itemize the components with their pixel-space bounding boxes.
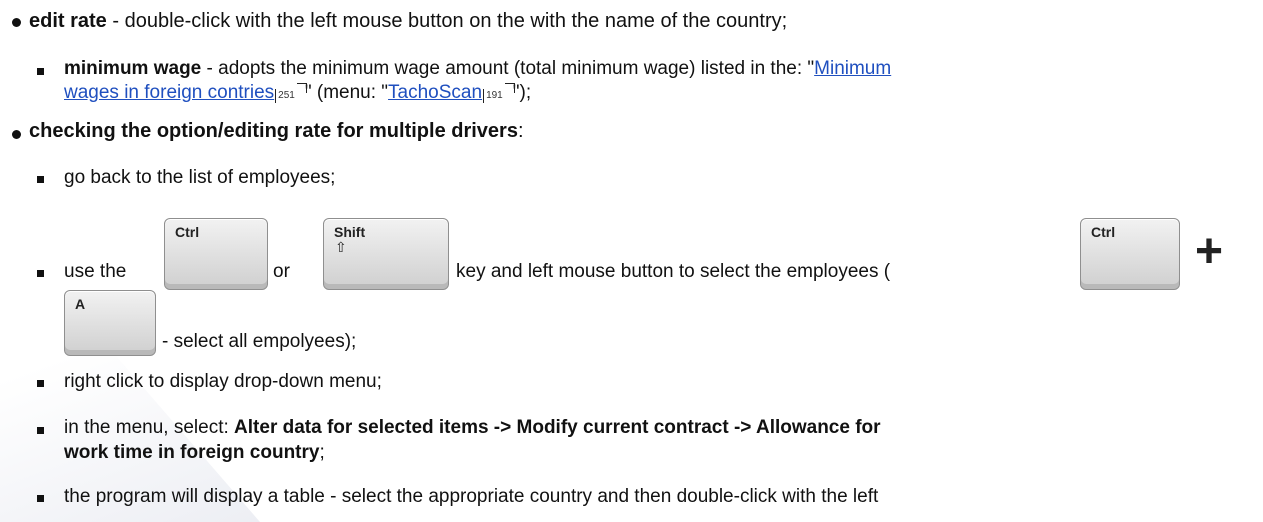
- page-ref-number: 191: [486, 90, 503, 101]
- minimum-wage-title: minimum wage: [64, 58, 202, 79]
- or-text: or: [273, 261, 290, 282]
- ctrl-key-icon: Ctrl: [164, 218, 268, 290]
- table-item: the program will display a table - selec…: [64, 486, 879, 507]
- minimum-wage-item-line2: wages in foreign contries 251 " (menu: "Ta…: [64, 82, 531, 104]
- menu-path-line2: work time in foreign country: [64, 442, 320, 463]
- bullet-square: [37, 380, 44, 387]
- page-ref-mark-icon: [504, 83, 515, 93]
- multiple-drivers-item: checking the option/editing rate for mul…: [29, 120, 524, 143]
- menu-select-end: ;: [319, 442, 325, 463]
- multiple-drivers-title: checking the option/editing rate for mul…: [29, 120, 518, 142]
- minimum-wages-link-part1[interactable]: Minimum: [814, 58, 891, 79]
- minimum-wages-link-part2[interactable]: wages in foreign contries: [64, 82, 274, 103]
- minimum-wage-item: minimum wage - adopts the minimum wage a…: [64, 58, 891, 80]
- go-back-item: go back to the list of employees;: [64, 167, 336, 188]
- menu-select-text: in the menu, select:: [64, 417, 235, 438]
- menu-text: " (menu: ": [304, 82, 389, 103]
- page-ref-191[interactable]: 191: [483, 83, 515, 103]
- ctrl-key-label: Ctrl: [1091, 224, 1116, 240]
- shift-key-icon: Shift ⇧: [323, 218, 449, 290]
- page-ref-251[interactable]: 251: [275, 83, 307, 103]
- bullet-disc: [12, 130, 21, 139]
- a-key-icon: A: [64, 290, 156, 356]
- edit-rate-title: edit rate: [29, 10, 107, 32]
- bullet-square: [37, 176, 44, 183]
- edit-rate-desc: - double-click with the left mouse butto…: [106, 10, 788, 32]
- bullet-disc: [12, 18, 21, 27]
- select-all-text: - select all empolyees);: [162, 331, 357, 352]
- shift-key-label: Shift: [334, 224, 366, 240]
- page-ref-mark-icon: [296, 83, 307, 93]
- minimum-wage-desc: - adopts the minimum wage amount (total …: [201, 58, 815, 79]
- menu-select-item: in the menu, select: Alter data for sele…: [64, 417, 881, 439]
- menu-select-item-line2: work time in foreign country;: [64, 442, 325, 464]
- multiple-drivers-colon: :: [517, 120, 524, 142]
- a-key-label: A: [75, 296, 86, 312]
- bullet-square: [37, 427, 44, 434]
- end-text: ");: [512, 82, 532, 103]
- page-ref-number: 251: [278, 90, 295, 101]
- tachoscan-link[interactable]: TachoScan: [388, 82, 482, 103]
- shift-arrow-icon: ⇧: [335, 239, 347, 255]
- ctrl-key-icon: Ctrl: [1080, 218, 1180, 290]
- bullet-square: [37, 270, 44, 277]
- edit-rate-item: edit rate - double-click with the left m…: [29, 10, 787, 33]
- bullet-square: [37, 68, 44, 75]
- menu-path-line1: Alter data for selected items -> Modify …: [234, 417, 881, 438]
- use-the-text: use the: [64, 261, 127, 282]
- bullet-square: [37, 495, 44, 502]
- ctrl-key-label: Ctrl: [175, 224, 200, 240]
- plus-icon: +: [1195, 225, 1224, 278]
- key-instructions-text: key and left mouse button to select the …: [456, 261, 891, 282]
- right-click-item: right click to display drop-down menu;: [64, 371, 382, 392]
